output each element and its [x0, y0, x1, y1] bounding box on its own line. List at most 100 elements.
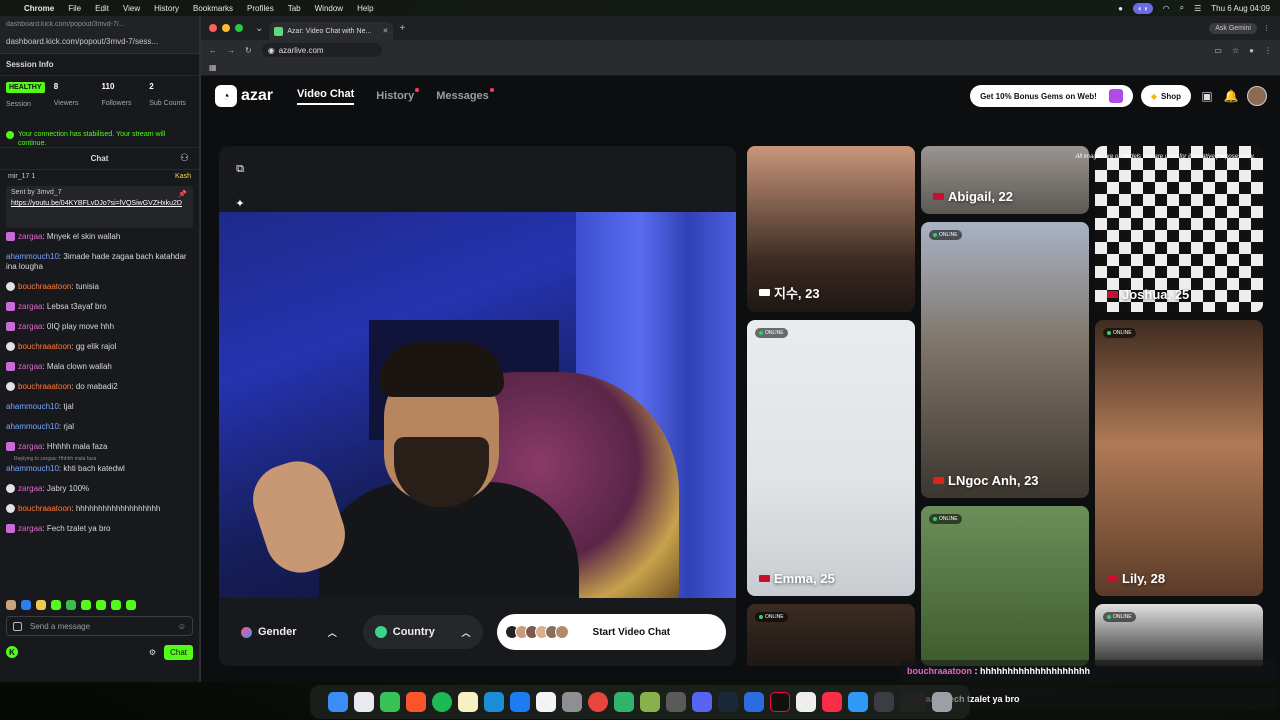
menu-edit[interactable]: Edit [95, 4, 109, 13]
discord-icon[interactable] [692, 692, 712, 712]
search-icon[interactable]: ⌕ [1180, 3, 1184, 13]
country-filter[interactable]: Country ︿ [362, 615, 483, 649]
kick-url[interactable]: dashboard.kick.com/popout/3mvd-7/sess... [6, 37, 193, 46]
menu-help[interactable]: Help [357, 4, 373, 13]
steam-icon[interactable] [718, 692, 738, 712]
tab-azar[interactable]: Azar: Video Chat with Ne... ✕ [269, 22, 394, 40]
chat-username[interactable]: zargaa [18, 362, 42, 371]
profile-card[interactable]: 지수, 23 [747, 146, 915, 312]
menu-tab[interactable]: Tab [288, 4, 301, 13]
chat-username[interactable]: ahammouch10 [6, 402, 59, 411]
pinned-link[interactable]: https://youtu.be/04KYBFLvDJo?si=lVQSiwGV… [11, 199, 188, 209]
settings-icon[interactable] [562, 692, 582, 712]
trash-icon[interactable] [932, 692, 952, 712]
menu-profiles[interactable]: Profiles [247, 4, 274, 13]
emote-icon[interactable] [81, 600, 91, 610]
reload-icon[interactable]: ↻ [245, 46, 252, 55]
music-icon[interactable] [822, 692, 842, 712]
app-store-icon[interactable] [510, 692, 530, 712]
finder-icon[interactable] [328, 692, 348, 712]
control-center-icon[interactable]: ☰ [1194, 4, 1201, 13]
site-info-icon[interactable]: ◉ [268, 46, 275, 55]
emoji-icon[interactable]: ☺ [178, 622, 186, 631]
github-icon[interactable] [666, 692, 686, 712]
chat-username[interactable]: zargaa [18, 232, 42, 241]
chat-username[interactable]: bouchraaatoon [18, 342, 71, 351]
profile-icon[interactable]: ● [1249, 46, 1254, 55]
minimize-window-icon[interactable] [222, 24, 230, 32]
status-icon[interactable]: ● [1118, 4, 1123, 13]
emote-icon[interactable] [36, 600, 46, 610]
launchpad-icon[interactable] [354, 692, 374, 712]
kick-tab-title[interactable]: dashboard.kick.com/popout/3mvd-7/... [6, 21, 193, 33]
chat-username[interactable]: zargaa [18, 302, 42, 311]
chrome-icon[interactable] [588, 692, 608, 712]
tab-list-icon[interactable]: ⌄ [255, 23, 263, 34]
nav-history[interactable]: History [376, 88, 420, 102]
chat-username[interactable]: bouchraaatoon [18, 282, 71, 291]
emote-icon[interactable] [6, 600, 16, 610]
app-icon[interactable] [744, 692, 764, 712]
forward-icon[interactable]: → [227, 46, 235, 55]
profile-card[interactable]: ONLINE Emma, 25 [747, 320, 915, 596]
external-link-icon[interactable]: ⧉ [233, 162, 247, 176]
chat-username[interactable]: ahammouch10 [6, 422, 59, 431]
app-icon[interactable] [640, 692, 660, 712]
bonus-gems-button[interactable]: Get 10% Bonus Gems on Web! [970, 85, 1133, 107]
menu-history[interactable]: History [154, 4, 179, 13]
messages-icon[interactable] [380, 692, 400, 712]
chat-username[interactable]: zargaa [18, 322, 42, 331]
send-message-input[interactable]: Send a message ☺ [6, 616, 193, 636]
notes-icon[interactable] [458, 692, 478, 712]
emote-icon[interactable] [126, 600, 136, 610]
azar-logo[interactable]: ◔ azar [215, 85, 273, 107]
emote-icon[interactable] [51, 600, 61, 610]
new-tab-icon[interactable]: + [399, 23, 405, 34]
emote-icon[interactable] [66, 600, 76, 610]
nav-messages[interactable]: Messages [436, 88, 494, 102]
nav-video-chat[interactable]: Video Chat [297, 88, 355, 105]
profile-card[interactable]: Joshua, 25 [1095, 146, 1263, 312]
freeform-icon[interactable] [484, 692, 504, 712]
ask-gemini-button[interactable]: Ask Gemini [1209, 22, 1257, 34]
kick-logo-icon[interactable]: K [6, 646, 18, 658]
url-input[interactable]: ◉ azarlive.com [261, 43, 382, 57]
profile-card[interactable]: ONLINE [747, 604, 915, 666]
zoom-window-icon[interactable] [235, 24, 243, 32]
window-preview-icon[interactable] [900, 692, 926, 712]
chat-username[interactable]: zargaa [18, 524, 42, 533]
cast-icon[interactable]: ▭ [1214, 46, 1222, 55]
apps-grid-icon[interactable]: ▦ [209, 63, 217, 72]
tiktok-icon[interactable] [770, 692, 790, 712]
menu-view[interactable]: View [123, 4, 140, 13]
menubar-app-name[interactable]: Chrome [24, 4, 54, 13]
menubar-clock[interactable]: Thu 6 Aug 04:09 [1211, 4, 1270, 13]
chat-username[interactable]: ahammouch10 [6, 464, 59, 473]
control-pill-icon[interactable]: ◐◑ [1132, 2, 1153, 14]
menu-file[interactable]: File [68, 4, 81, 13]
chrome-menu-icon[interactable]: ⋮ [1264, 46, 1272, 55]
spotify-icon[interactable] [432, 692, 452, 712]
profile-card[interactable]: ONLINE [921, 506, 1089, 666]
more-icon[interactable]: ⋮ [1263, 24, 1270, 32]
gender-filter[interactable]: Gender ︿ [229, 615, 349, 649]
bell-icon[interactable]: 🔔 [1223, 88, 1239, 104]
shop-button[interactable]: ◆ Shop [1140, 85, 1191, 107]
avatar[interactable] [1247, 86, 1267, 106]
profile-card[interactable]: Abigail, 22 [921, 146, 1089, 214]
chat-button[interactable]: Chat [164, 644, 193, 660]
emote-icon[interactable] [96, 600, 106, 610]
menu-bookmarks[interactable]: Bookmarks [193, 4, 233, 13]
emote-icon[interactable] [21, 600, 31, 610]
chat-username[interactable]: ahammouch10 [6, 252, 59, 261]
davinci-icon[interactable] [874, 692, 894, 712]
profile-card[interactable]: ONLINE [1095, 604, 1263, 666]
gear-icon[interactable]: ⚙ [149, 648, 156, 657]
capcut-icon[interactable] [796, 692, 816, 712]
start-video-chat-button[interactable]: Start Video Chat [496, 614, 726, 650]
pin-icon[interactable]: 📌 [178, 190, 187, 198]
emote-icon[interactable] [111, 600, 121, 610]
chat-username[interactable]: zargaa [18, 442, 42, 451]
app-icon[interactable] [614, 692, 634, 712]
top-right-user[interactable]: Kash [175, 173, 191, 183]
